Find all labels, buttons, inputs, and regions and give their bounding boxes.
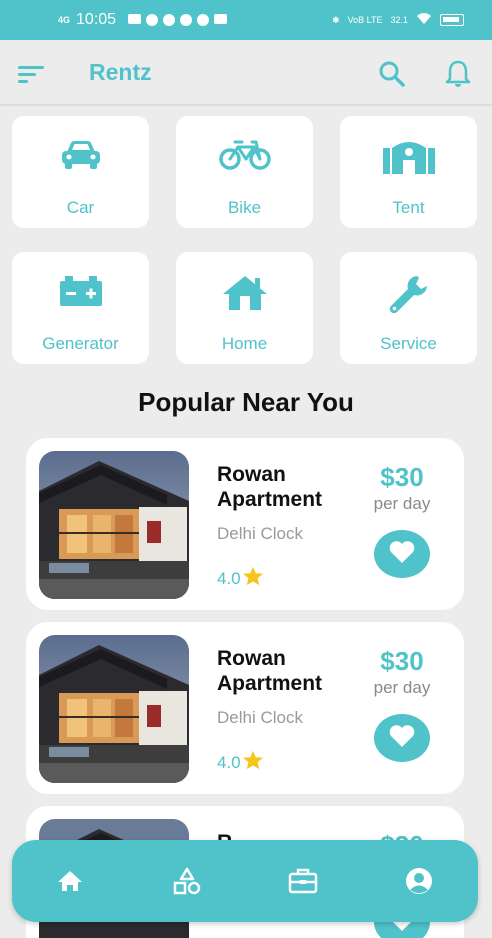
section-title: Popular Near You bbox=[138, 387, 354, 417]
battery-icon bbox=[440, 14, 464, 26]
listing-location: Delhi Clock bbox=[217, 708, 303, 727]
category-service[interactable]: Service bbox=[340, 252, 477, 364]
home-icon bbox=[176, 274, 313, 314]
price-unit: per day bbox=[373, 678, 431, 697]
category-label: Car bbox=[66, 198, 95, 217]
heart-icon bbox=[388, 724, 416, 753]
listing-rating: 4.0 bbox=[217, 566, 264, 591]
notification-icons bbox=[128, 14, 228, 26]
listing-price: $30 bbox=[380, 646, 424, 676]
wrench-icon bbox=[340, 274, 477, 314]
category-generator[interactable]: Generator bbox=[12, 252, 149, 364]
listing-card[interactable]: Rowan Apartment Delhi Clock 4.0 $30 per … bbox=[26, 438, 464, 610]
listing-name: Rowan Apartment bbox=[217, 463, 323, 511]
menu-icon[interactable] bbox=[18, 64, 46, 84]
bell-icon[interactable] bbox=[444, 59, 472, 89]
category-label: Tent bbox=[392, 198, 425, 217]
category-bike[interactable]: Bike bbox=[176, 116, 313, 228]
favorite-button[interactable] bbox=[374, 714, 430, 762]
nav-briefcase-icon[interactable] bbox=[288, 866, 318, 896]
car-icon bbox=[12, 138, 149, 178]
whatsapp-icon bbox=[146, 14, 159, 26]
category-label: Generator bbox=[42, 334, 119, 353]
rating-value: 4.0 bbox=[217, 752, 241, 772]
wifi-icon bbox=[416, 13, 432, 27]
search-icon[interactable] bbox=[378, 60, 406, 88]
rating-value: 4.0 bbox=[217, 568, 241, 588]
status-left: 4G 10:05 bbox=[58, 11, 228, 29]
data-speed: 32.1 bbox=[390, 15, 408, 25]
favorite-button[interactable] bbox=[374, 530, 430, 578]
category-tent[interactable]: Tent bbox=[340, 116, 477, 228]
category-home[interactable]: Home bbox=[176, 252, 313, 364]
listing-name: Rowan Apartment bbox=[217, 647, 323, 695]
nav-shapes-icon[interactable] bbox=[172, 866, 202, 896]
volte-indicator: VoB LTE bbox=[347, 15, 383, 25]
nav-home-icon[interactable] bbox=[55, 866, 85, 896]
youtube-icon bbox=[214, 14, 228, 24]
app-icon bbox=[163, 14, 176, 26]
star-icon bbox=[242, 566, 264, 591]
nav-account-icon[interactable] bbox=[404, 866, 434, 896]
category-car[interactable]: Car bbox=[12, 116, 149, 228]
app-icon bbox=[197, 14, 210, 26]
bottom-navigation bbox=[12, 840, 478, 922]
listing-location: Delhi Clock bbox=[217, 524, 303, 543]
bluetooth-icon: ✱ bbox=[332, 14, 340, 25]
listing-rating: 4.0 bbox=[217, 750, 264, 775]
network-type: 4G bbox=[58, 15, 71, 25]
generator-icon bbox=[12, 274, 149, 314]
category-label: Home bbox=[221, 334, 268, 353]
youtube-icon bbox=[128, 14, 142, 24]
status-time: 10:05 bbox=[76, 11, 117, 28]
tent-icon bbox=[340, 138, 477, 178]
listing-photo bbox=[39, 635, 189, 783]
category-label: Service bbox=[380, 334, 437, 353]
status-bar: 4G 10:05 ✱ VoB LTE 32.1 bbox=[0, 0, 492, 40]
app-icon bbox=[180, 14, 193, 26]
heart-icon bbox=[388, 540, 416, 569]
category-label: Bike bbox=[227, 198, 262, 217]
listing-price: $30 bbox=[380, 462, 424, 492]
price-unit: per day bbox=[373, 494, 431, 513]
app-bar: Rentz bbox=[0, 40, 492, 106]
listing-card[interactable]: Rowan Apartment Delhi Clock 4.0 $30 per … bbox=[26, 622, 464, 794]
bike-icon bbox=[176, 138, 313, 178]
listing-photo bbox=[39, 451, 189, 599]
status-right: ✱ VoB LTE 32.1 bbox=[332, 13, 464, 27]
star-icon bbox=[242, 750, 264, 775]
app-title: Rentz bbox=[89, 59, 152, 85]
